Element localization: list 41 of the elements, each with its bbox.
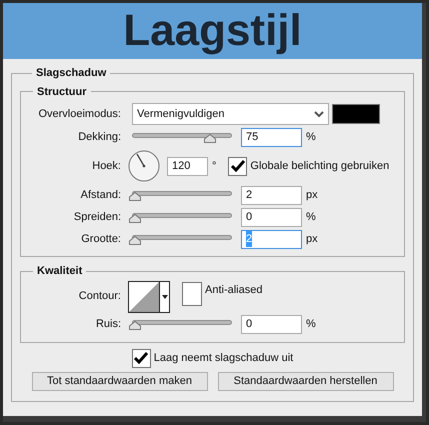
field-label: Hoek: — [91, 158, 122, 174]
defaults-button[interactable]: Tot standaardwaarden maken — [32, 372, 208, 390]
checkbox-label: Anti-aliased — [205, 282, 262, 298]
group-title: Structuur — [36, 84, 88, 100]
group-title: Kwaliteit — [36, 264, 84, 279]
unit-label: % — [306, 210, 316, 225]
unit-label: % — [306, 317, 316, 332]
unit-label: % — [306, 130, 316, 145]
number-field[interactable]: 75 — [241, 128, 302, 146]
number-field[interactable]: 0 — [241, 315, 302, 334]
number-field[interactable]: 0 — [241, 208, 302, 226]
field-label: Afstand: — [80, 188, 122, 203]
section-title: Slagschaduw — [35, 66, 108, 81]
field-label: Contour: — [78, 289, 122, 304]
checkmark-icon — [230, 160, 245, 172]
field-label: Ruis: — [94, 317, 122, 332]
color-swatch[interactable] — [332, 104, 380, 124]
contour-picker[interactable] — [128, 280, 170, 312]
unit-label: px — [306, 188, 318, 203]
window-title: Laagstijl — [123, 9, 302, 53]
field-label: Dekking: — [77, 130, 122, 145]
unit-label: px — [306, 232, 318, 247]
checkbox[interactable] — [132, 348, 151, 368]
chevron-down-icon — [314, 110, 324, 118]
unit-label: ° — [212, 158, 216, 174]
contour-curve-icon — [129, 282, 159, 312]
field-label: Spreiden: — [72, 210, 122, 225]
field-label: Grootte: — [80, 232, 122, 247]
blend-mode-dropdown[interactable]: Vermenigvuldigen — [132, 103, 329, 125]
number-field[interactable]: 2 — [241, 186, 302, 204]
caret-icon — [162, 294, 168, 298]
defaults-button[interactable]: Standaardwaarden herstellen — [218, 372, 394, 390]
checkbox-label: Laag neemt slagschaduw uit — [154, 350, 294, 366]
checkbox[interactable] — [228, 156, 248, 176]
angle-field[interactable]: 120 — [167, 156, 208, 176]
checkmark-icon — [134, 352, 148, 364]
angle-dial-icon[interactable] — [128, 150, 160, 182]
slider-thumb[interactable] — [129, 321, 141, 330]
field-label: Overvloeimodus: — [37, 106, 122, 122]
checkbox-label: Globale belichting gebruiken — [250, 158, 390, 174]
checkbox[interactable] — [182, 282, 202, 306]
